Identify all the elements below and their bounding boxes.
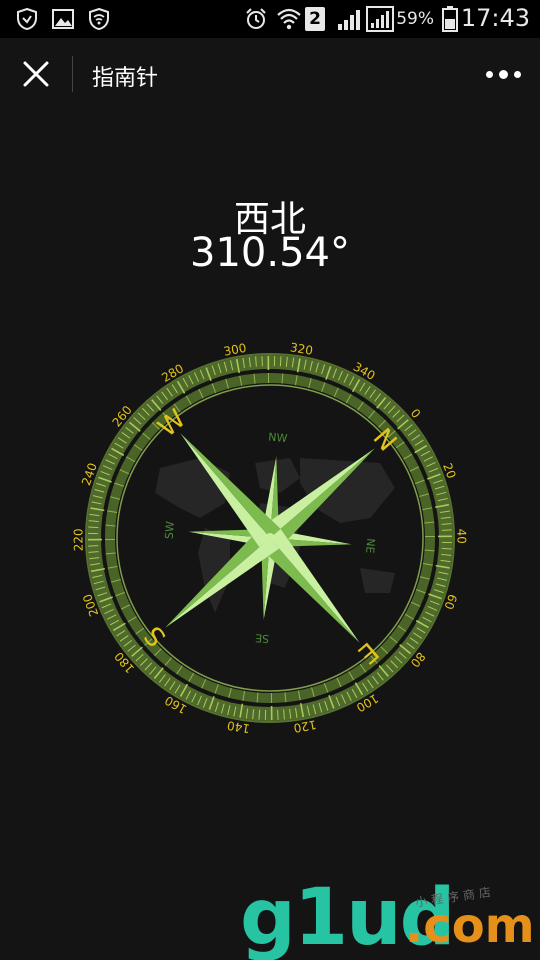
direction-degrees: 310.54° [190,230,350,276]
compass-dial: 0204060801001201401601802002202402602803… [71,340,468,735]
page-title: 指南针 [92,66,159,91]
nav-bar: 指南针 [0,38,540,110]
signal-icon [338,10,360,30]
intercardinal-label: NW [268,431,288,445]
shield-icon [17,8,37,30]
bezel-number: 220 [71,528,85,551]
sim-slot-badge: 2 [305,7,325,31]
more-dot [514,71,521,78]
bezel-tick [441,547,452,550]
more-dot [486,71,493,78]
more-dot [499,70,508,79]
wifi-icon [277,8,301,30]
more-menu-button[interactable] [484,60,524,88]
bezel-number: 40 [454,528,468,543]
battery-icon [442,6,458,32]
shield-wifi-icon [89,8,109,30]
bezel-tick [258,709,261,720]
battery-percent: 59% [396,9,434,29]
bezel-tick [279,356,282,367]
close-button[interactable] [18,56,54,92]
rose-center [265,533,275,543]
intercardinal-label: SE [255,631,270,645]
status-bar: 2 59% 17:43 [0,0,540,38]
clock-time: 17:43 [460,4,530,32]
rose-cardinal-point-dark [259,538,360,643]
bezel-tick [88,526,99,529]
intercardinal-label: SW [163,521,177,540]
image-icon [52,9,74,29]
close-icon [23,61,49,87]
alarm-icon [246,8,266,29]
nav-divider [72,56,73,92]
watermark: g1ud .com 小程序商店 [240,878,540,960]
intercardinal-label: NE [363,538,377,554]
signal-box-icon [366,6,394,32]
